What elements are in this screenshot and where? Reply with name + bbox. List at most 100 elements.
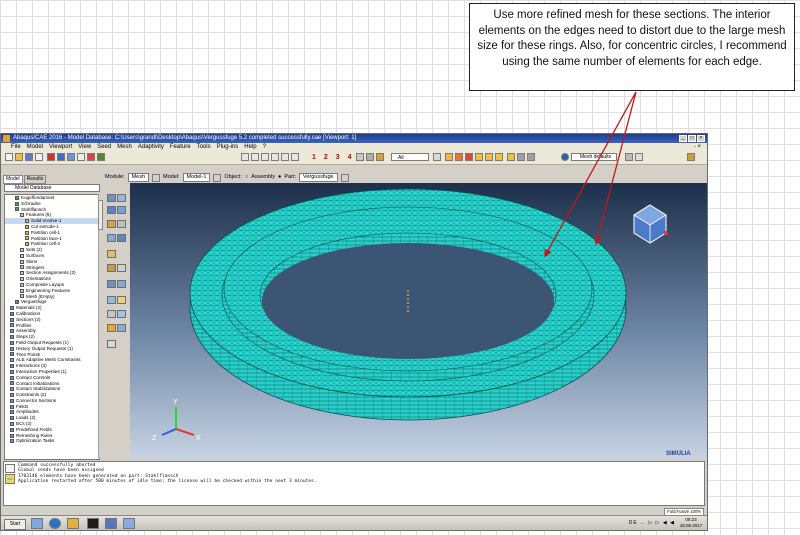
mesh-edit-nodes-icon[interactable] <box>117 310 126 318</box>
tab-results[interactable]: Results <box>23 175 47 184</box>
module-dropdown-icon[interactable] <box>152 173 161 182</box>
taskbar-app-icon[interactable] <box>123 518 135 529</box>
replace-all-icon[interactable] <box>495 153 503 161</box>
view-top-icon[interactable] <box>261 153 269 161</box>
taskbar-abaqus-icon[interactable] <box>105 518 117 529</box>
minimize-button[interactable]: _ <box>679 135 687 142</box>
viewport-1-button[interactable]: 1 <box>312 154 319 161</box>
layers-icon[interactable] <box>507 153 515 161</box>
menu-adaptivity[interactable]: Adaptivity <box>138 144 164 150</box>
viewport-3-button[interactable]: 3 <box>336 154 343 161</box>
mesh-part-icon[interactable] <box>107 206 116 214</box>
menu-view[interactable]: View <box>78 144 91 150</box>
mesh-display-icon[interactable] <box>366 153 374 161</box>
seed-part-icon[interactable] <box>107 194 116 202</box>
menu-context-help[interactable]: ? <box>263 144 266 150</box>
info-icon[interactable] <box>561 153 569 161</box>
remesh-icon[interactable] <box>117 324 126 332</box>
edit-defaults-icon[interactable] <box>635 153 643 161</box>
mesh-region-icon[interactable] <box>117 206 126 214</box>
model-dropdown-icon[interactable] <box>213 173 222 182</box>
system-tray[interactable]: DE ← ▷ ▷ ◀ ◀ <box>629 519 675 528</box>
tree-item[interactable]: Optimization Tasks <box>5 438 99 444</box>
menu-tools[interactable]: Tools <box>197 144 211 150</box>
print-icon[interactable] <box>35 153 43 161</box>
tools-icon[interactable] <box>517 153 525 161</box>
menu-model[interactable]: Model <box>27 144 43 150</box>
taskbar-folder-icon[interactable] <box>67 518 79 529</box>
assembly-radio[interactable]: ○ <box>245 173 248 182</box>
menu-mesh[interactable]: Mesh <box>117 144 132 150</box>
save-icon[interactable] <box>25 153 33 161</box>
python-prompt-icon[interactable]: >>> <box>5 474 15 484</box>
query-tool-icon[interactable] <box>107 340 116 348</box>
rotate-icon[interactable] <box>67 153 75 161</box>
close-button[interactable]: × <box>697 135 705 142</box>
menu-viewport[interactable]: Viewport <box>49 144 72 150</box>
mesh-defaults-select[interactable]: Mesh defaults <box>571 153 617 161</box>
display-group-icon[interactable] <box>445 153 453 161</box>
datum-icon[interactable] <box>527 153 535 161</box>
menu-seed[interactable]: Seed <box>97 144 111 150</box>
create-datum-icon[interactable] <box>107 296 116 304</box>
start-button[interactable]: Start <box>4 519 26 530</box>
help-query-icon[interactable] <box>687 153 695 161</box>
viewport[interactable]: Y X Z SIMULIA <box>130 183 707 459</box>
view-bottom-icon[interactable] <box>271 153 279 161</box>
taskbar-console-icon[interactable] <box>87 518 99 529</box>
new-file-icon[interactable] <box>5 153 13 161</box>
intersect-icon[interactable] <box>485 153 493 161</box>
menu-plugins[interactable]: Plug-ins <box>217 144 239 150</box>
tree-scrollbar[interactable] <box>98 194 104 458</box>
color-code-icon[interactable] <box>376 153 384 161</box>
repair-icon[interactable] <box>117 280 126 288</box>
box-zoom-icon[interactable] <box>87 153 95 161</box>
zoom-select[interactable]: All <box>391 153 429 161</box>
pan-icon[interactable] <box>57 153 65 161</box>
datum-axis-icon[interactable] <box>117 296 126 304</box>
magnify-icon[interactable] <box>77 153 85 161</box>
edit-mesh-icon[interactable] <box>107 310 116 318</box>
verify-mesh-icon[interactable] <box>107 234 116 242</box>
view-back-icon[interactable] <box>251 153 259 161</box>
module-select[interactable]: Mesh <box>127 173 150 182</box>
mesh-controls-icon[interactable] <box>107 220 116 228</box>
taskbar-explorer-icon[interactable] <box>31 518 43 529</box>
open-folder-icon[interactable] <box>15 153 23 161</box>
menu-help[interactable]: Help <box>244 144 256 150</box>
iso-view-icon[interactable] <box>291 153 299 161</box>
delete-mesh-icon[interactable] <box>117 234 126 242</box>
part-radio[interactable]: ● <box>278 173 281 182</box>
view-left-icon[interactable] <box>281 153 289 161</box>
adaptivity-icon[interactable] <box>107 324 116 332</box>
maximize-button[interactable]: □ <box>688 135 696 142</box>
select-icon[interactable] <box>433 153 441 161</box>
mesh-defaults-dropdown-icon[interactable] <box>625 153 633 161</box>
view-front-icon[interactable] <box>241 153 249 161</box>
taskbar-ie-icon[interactable] <box>49 518 61 529</box>
render-style-icon[interactable] <box>356 153 364 161</box>
model-database-select[interactable]: Model Database <box>4 184 100 192</box>
partition-edge-icon[interactable] <box>107 250 116 258</box>
model-select[interactable]: Model-1 <box>182 173 211 182</box>
query-icon[interactable] <box>47 153 55 161</box>
part-dropdown-icon[interactable] <box>340 173 349 182</box>
partition-face-icon[interactable] <box>107 264 116 272</box>
remove-icon[interactable] <box>465 153 473 161</box>
message-toggle-icon[interactable] <box>5 464 15 473</box>
viewport-2-button[interactable]: 2 <box>324 154 331 161</box>
partition-cell-icon[interactable] <box>117 264 126 272</box>
part-select[interactable]: Vergussfuge <box>298 173 338 182</box>
element-type-icon[interactable] <box>117 220 126 228</box>
taskbar-clock[interactable]: 09:23 18.05.2017 <box>679 517 703 529</box>
replace-icon[interactable] <box>455 153 463 161</box>
view-orientation-cube[interactable] <box>633 204 668 244</box>
viewport-4-button[interactable]: 4 <box>348 154 355 161</box>
menu-file[interactable]: File <box>11 144 21 150</box>
seed-edges-icon[interactable] <box>117 194 126 202</box>
menubar-window-controls[interactable]: - × <box>694 143 701 151</box>
auto-fit-icon[interactable] <box>97 153 105 161</box>
menu-feature[interactable]: Feature <box>170 144 191 150</box>
tree-scrollbar-thumb[interactable] <box>98 200 103 230</box>
tab-model[interactable]: Model <box>3 175 23 184</box>
